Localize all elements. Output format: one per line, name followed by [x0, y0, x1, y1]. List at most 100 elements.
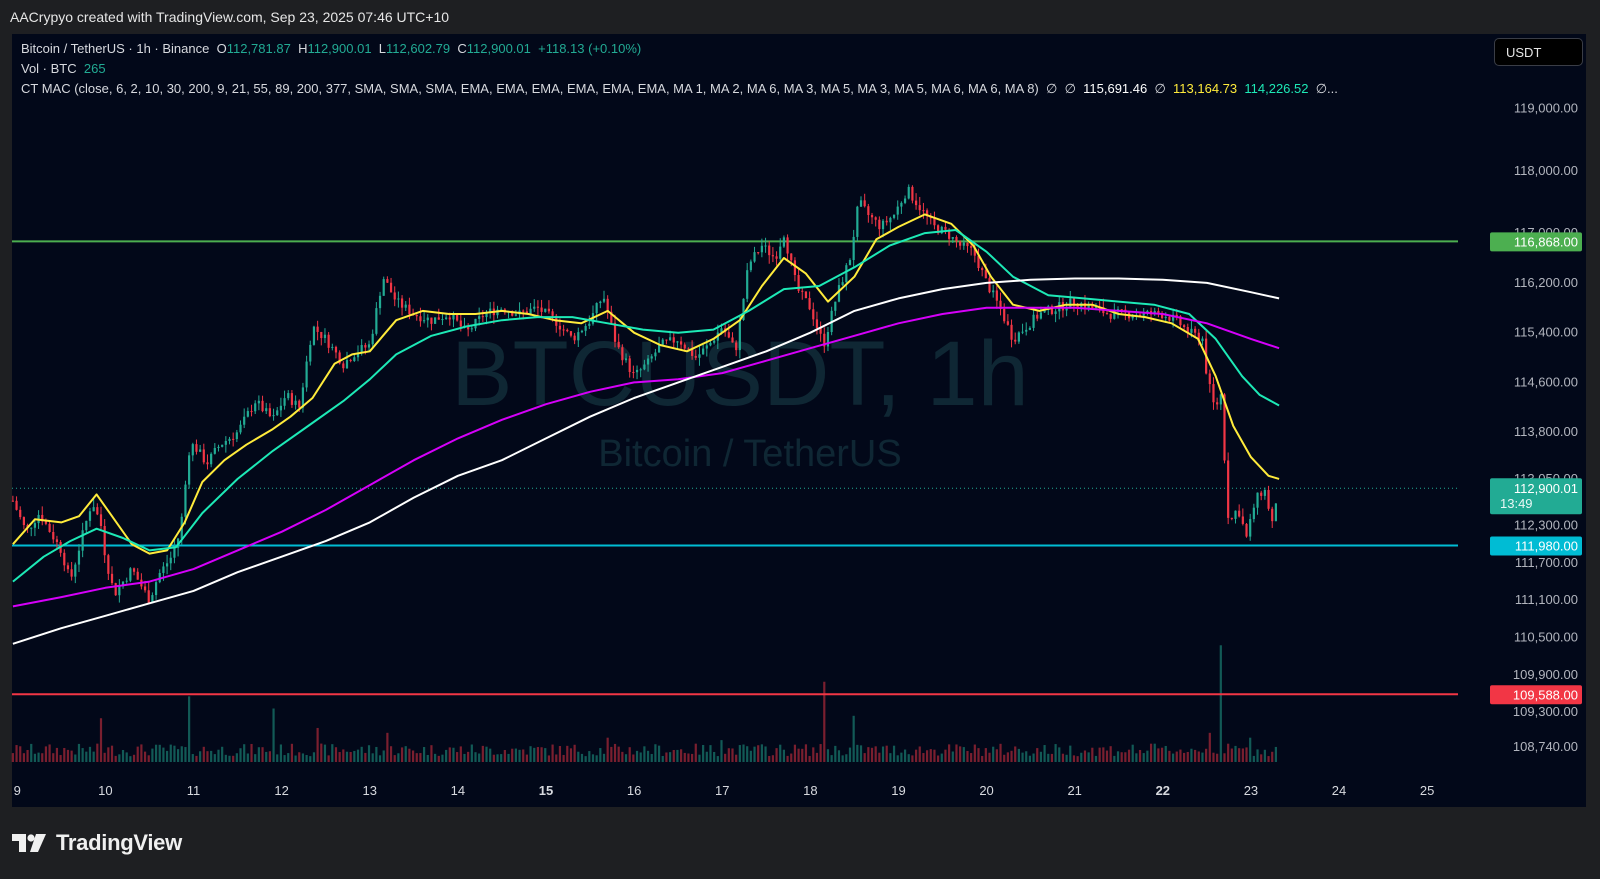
- candle-body: [558, 325, 562, 330]
- candle-body: [995, 290, 998, 301]
- candle-body: [746, 270, 749, 299]
- volume-bar: [99, 718, 103, 762]
- volume-bar: [232, 755, 235, 762]
- volume-bar: [606, 737, 609, 762]
- volume-bar: [500, 754, 503, 762]
- volume-bar: [705, 751, 708, 762]
- volume-bar: [914, 749, 918, 762]
- candle-body: [320, 331, 323, 339]
- volume-bar: [852, 715, 855, 762]
- candle-body: [635, 369, 639, 373]
- volume-bar: [327, 755, 330, 762]
- candle-body: [92, 507, 95, 512]
- volume-bar: [147, 755, 150, 762]
- candle-body: [224, 440, 227, 445]
- watermark-name: Bitcoin / TetherUS: [598, 433, 901, 475]
- volume-bar: [995, 749, 998, 762]
- volume-bar: [11, 753, 14, 762]
- volume-bar: [1025, 751, 1028, 762]
- candle-body: [404, 304, 407, 308]
- candle-body: [617, 341, 620, 348]
- candle-body: [694, 355, 697, 358]
- volume-bar: [165, 750, 169, 762]
- price-axis-tick: 115,400.00: [1514, 325, 1578, 340]
- tradingview-logo[interactable]: TradingView: [12, 830, 182, 856]
- candle-body: [478, 316, 481, 319]
- volume-bar: [217, 749, 220, 762]
- candle-body: [1219, 394, 1222, 405]
- volume-bar: [1157, 748, 1160, 762]
- candle-body: [1028, 327, 1031, 330]
- volume-bar: [793, 744, 797, 762]
- volume-bar: [731, 748, 734, 762]
- volume-bar: [1091, 747, 1094, 762]
- candle-body: [1260, 492, 1263, 496]
- volume-bar: [948, 744, 951, 762]
- candle-body: [265, 408, 268, 412]
- candle-body: [966, 242, 969, 247]
- volume-bar: [176, 749, 180, 762]
- legend-volume-label[interactable]: Vol · BTC: [21, 61, 77, 76]
- candle-body: [1238, 510, 1241, 517]
- volume-bar: [323, 744, 327, 762]
- volume-bar: [841, 755, 844, 762]
- volume-bar: [1252, 755, 1255, 762]
- candle-body: [283, 398, 286, 406]
- candle-body: [841, 282, 844, 286]
- volume-bars: [11, 645, 1277, 762]
- volume-bar: [397, 753, 400, 762]
- candle-body: [52, 532, 55, 540]
- volume-bar: [859, 745, 863, 762]
- candle-body: [55, 539, 59, 542]
- candle-body: [243, 416, 246, 425]
- volume-bar: [364, 752, 367, 762]
- candle-body: [547, 308, 551, 312]
- volume-bar: [199, 751, 202, 762]
- volume-bar: [1160, 747, 1164, 762]
- volume-bar: [657, 745, 661, 762]
- candle-body: [1249, 519, 1252, 537]
- volume-bar: [85, 751, 88, 762]
- volume-bar: [1047, 753, 1050, 762]
- candle-body: [764, 245, 767, 247]
- volume-bar: [595, 755, 598, 762]
- volume-bar: [459, 746, 462, 762]
- candle-body: [213, 448, 216, 454]
- volume-bar: [698, 754, 701, 762]
- candle-body: [132, 568, 136, 572]
- volume-bar: [668, 752, 672, 762]
- chart-svg[interactable]: BTCUSDT, 1h Bitcoin / TetherUS 120,000.0…: [0, 0, 1600, 879]
- currency-button[interactable]: USDT: [1494, 38, 1583, 66]
- legend-indicator-name[interactable]: CT MAC (close, 6, 2, 10, 30, 200, 9, 21,…: [21, 81, 1039, 96]
- candle-body: [1256, 492, 1259, 508]
- volume-bar: [680, 749, 683, 762]
- last-price-label: 112,900.01: [1514, 481, 1578, 496]
- candle-body: [44, 521, 48, 524]
- candle-body: [709, 342, 712, 346]
- candle-body: [735, 342, 738, 351]
- candle-body: [1010, 324, 1013, 340]
- volume-bar: [140, 744, 143, 762]
- candle-body: [602, 298, 606, 302]
- price-axis[interactable]: 120,000.00119,000.00118,000.00117,000.00…: [1513, 38, 1578, 754]
- volume-bar: [848, 747, 852, 762]
- time-axis-tick: 21: [1067, 783, 1081, 798]
- candle-body: [903, 198, 907, 203]
- volume-bar: [367, 745, 371, 762]
- candle-body: [1006, 321, 1009, 325]
- volume-bar: [129, 756, 132, 762]
- candle-body: [250, 411, 253, 413]
- candle-body: [437, 317, 440, 320]
- time-axis[interactable]: 9 10 11 12 13 14 15 16 17 18 19 20 21 22 23 24 25: [14, 783, 1435, 798]
- candle-body: [459, 320, 462, 327]
- legend-more[interactable]: ...: [1327, 81, 1338, 96]
- volume-bar: [81, 748, 84, 762]
- volume-bar: [1087, 752, 1090, 762]
- legend-na-3: ∅: [1154, 81, 1166, 96]
- volume-bar: [790, 753, 793, 762]
- candle-body: [801, 290, 804, 292]
- volume-bar: [382, 750, 385, 762]
- legend-symbol[interactable]: Bitcoin / TetherUS · 1h · Binance: [21, 41, 209, 56]
- volume-bar: [1010, 750, 1013, 762]
- candle-body: [533, 306, 536, 309]
